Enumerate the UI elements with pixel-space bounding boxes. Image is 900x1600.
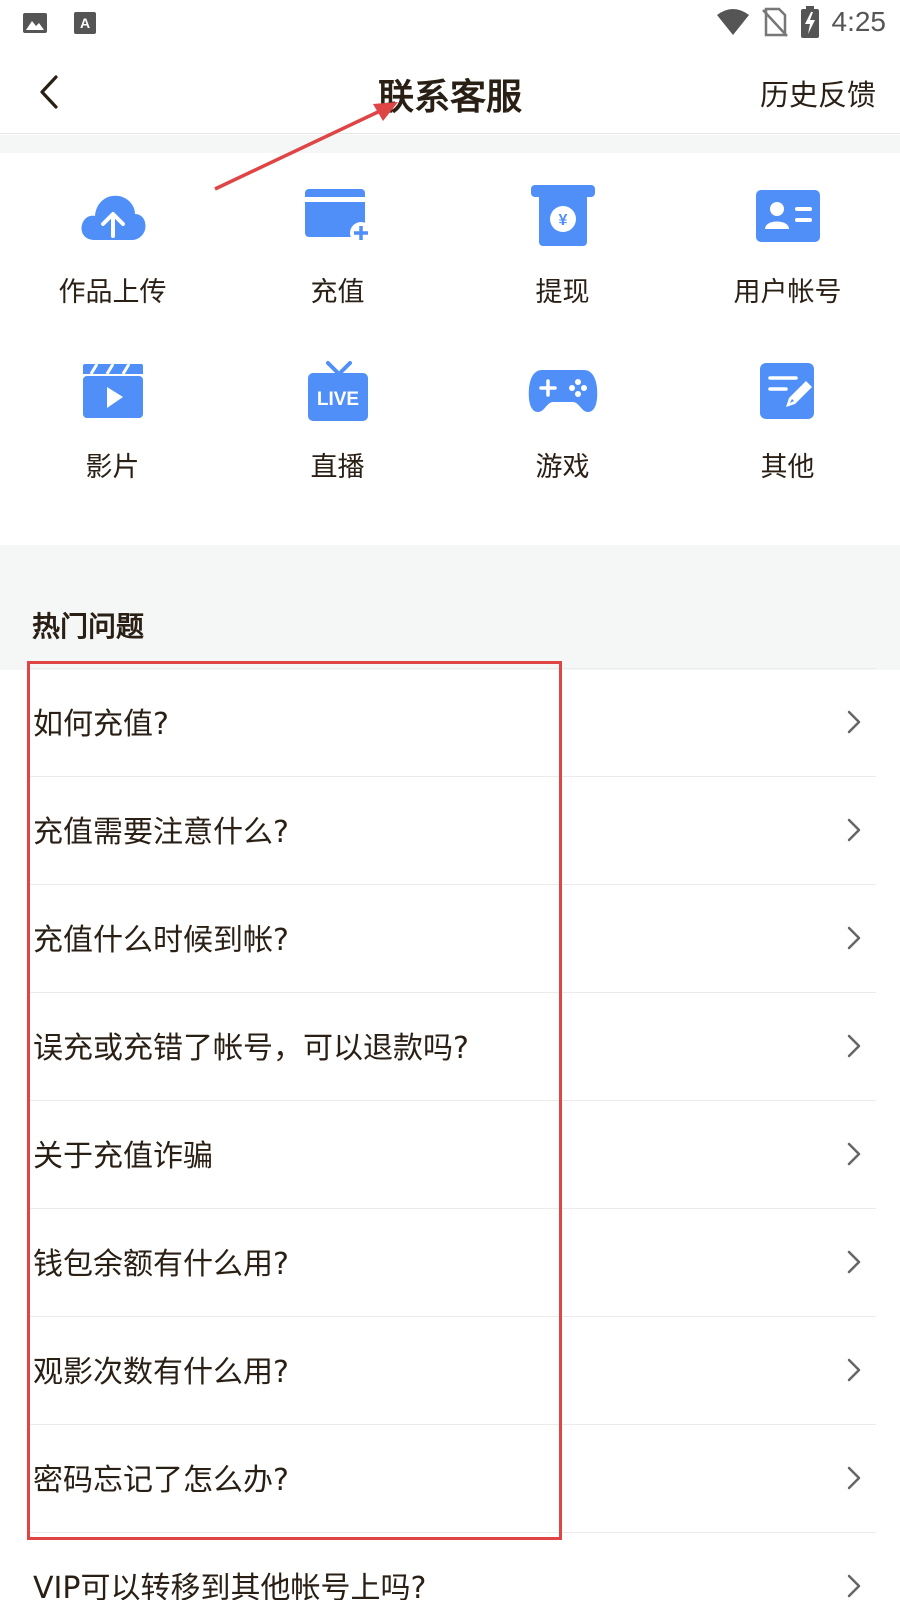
annotation-highlight-box: [27, 661, 562, 1540]
category-label: 提现: [535, 277, 590, 308]
category-upload[interactable]: 作品上传: [0, 178, 225, 353]
cloud-upload-icon: [81, 195, 146, 240]
chevron-right-icon: [847, 1142, 861, 1166]
divider-band: [0, 135, 900, 153]
svg-text:A: A: [80, 15, 90, 31]
live-tv-icon: LIVE: [307, 361, 368, 421]
image-icon: [23, 13, 47, 33]
category-other[interactable]: 其他: [675, 353, 900, 528]
svg-text:¥: ¥: [558, 212, 567, 229]
category-label: 其他: [760, 452, 815, 483]
gamepad-icon: [528, 370, 597, 412]
category-recharge[interactable]: 充值: [225, 178, 450, 353]
category-label: 影片: [85, 452, 140, 483]
text-icon: A: [74, 12, 96, 34]
category-label: 直播: [310, 452, 365, 483]
title-bar: 联系客服 历史反馈: [0, 50, 900, 134]
category-movies[interactable]: 影片: [0, 353, 225, 528]
status-bar: A 4:25: [0, 0, 900, 50]
clapperboard-icon: [82, 363, 143, 418]
category-label: 充值: [310, 277, 365, 308]
history-feedback-link[interactable]: 历史反馈: [760, 72, 876, 114]
id-card-icon: [755, 190, 820, 242]
category-account[interactable]: 用户帐号: [675, 178, 900, 353]
chevron-right-icon: [847, 926, 861, 950]
chevron-right-icon: [847, 1250, 861, 1274]
chevron-right-icon: [847, 1574, 861, 1598]
chevron-right-icon: [847, 1034, 861, 1058]
withdraw-icon: ¥: [530, 185, 595, 246]
category-games[interactable]: 游戏: [450, 353, 675, 528]
category-label: 游戏: [535, 452, 590, 483]
card-add-icon: [304, 189, 372, 244]
wifi-icon: [716, 9, 749, 35]
category-withdraw[interactable]: ¥ 提现: [450, 178, 675, 353]
faq-question: VIP可以转移到其他帐号上吗?: [33, 1571, 427, 1600]
hot-questions-title: 热门问题: [32, 610, 145, 643]
faq-item[interactable]: VIP可以转移到其他帐号上吗?: [28, 1532, 876, 1600]
chevron-right-icon: [847, 710, 861, 734]
category-label: 用户帐号: [733, 277, 842, 308]
category-label: 作品上传: [58, 277, 167, 308]
chevron-right-icon: [847, 1358, 861, 1382]
clock: 4:25: [831, 6, 887, 37]
category-live[interactable]: LIVE 直播: [225, 353, 450, 528]
battery-charging-icon: [800, 6, 819, 38]
chevron-right-icon: [847, 1466, 861, 1490]
no-sim-icon: [761, 7, 788, 37]
live-badge-text: LIVE: [316, 389, 358, 410]
edit-note-icon: [759, 363, 814, 419]
category-grid: 作品上传 充值 ¥ 提现 用户帐号 影片 LIVE 直播 游戏 其他: [0, 153, 900, 545]
chevron-right-icon: [847, 818, 861, 842]
